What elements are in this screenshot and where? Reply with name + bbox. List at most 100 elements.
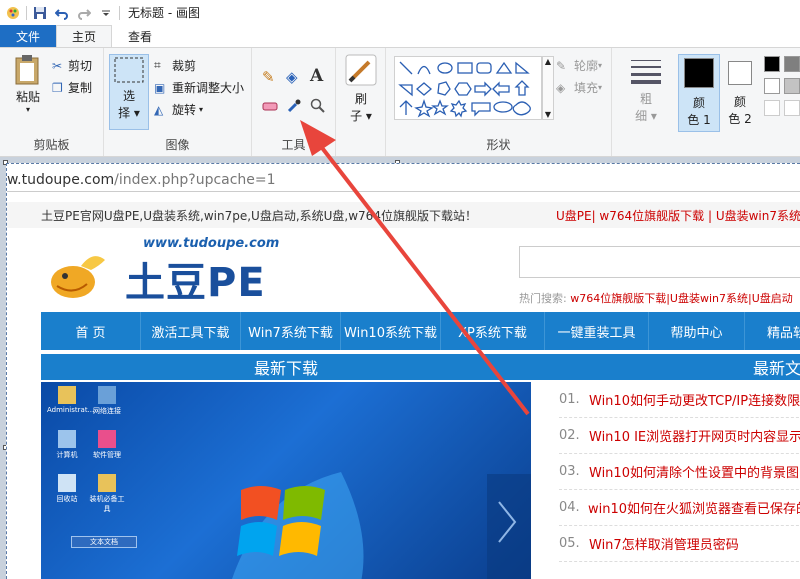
color1-label-1: 颜 xyxy=(692,96,705,110)
title-bar: 无标题 - 画图 xyxy=(0,0,800,25)
scroll-down-icon[interactable]: ▼ xyxy=(545,110,551,119)
pasted-url-bar: w.tudoupe.com/index.php?upcache=1 xyxy=(7,168,800,192)
image-group-label: 图像 xyxy=(165,138,190,152)
nav-item: XP系统下载 xyxy=(441,312,545,350)
crop-button[interactable]: ⌗ 裁剪 xyxy=(154,57,196,74)
line-width-icon xyxy=(631,60,661,84)
select-rectangle-icon xyxy=(114,57,144,83)
list-item: 02. Win10 IE浏览器打开网页时内容显示 xyxy=(559,418,800,454)
color1-button[interactable]: 颜 色 1 xyxy=(678,54,720,132)
fill-button[interactable]: ◈ 填充 ▾ xyxy=(556,79,602,96)
palette-swatch[interactable] xyxy=(764,78,780,94)
brush-label-2: 子 ▾ xyxy=(350,109,372,123)
color1-swatch xyxy=(684,58,714,88)
fill-label: 填充 xyxy=(574,81,599,95)
resize-button[interactable]: ▣ 重新调整大小 xyxy=(154,79,244,96)
canvas[interactable]: w.tudoupe.com/index.php?upcache=1 土豆PE官网… xyxy=(6,163,800,579)
nav-item: 首 页 xyxy=(41,312,141,350)
palette-swatch[interactable] xyxy=(784,100,800,116)
site-top-strip: 土豆PE官网U盘PE,U盘装系统,win7pe,U盘启动,系统U盘,w764位旗… xyxy=(7,202,800,228)
desktop-tooltip: 文本文档 xyxy=(71,536,137,548)
nav-item: Win10系统下载 xyxy=(341,312,441,350)
hot-search-links: w764位旗舰版下载|U盘装win7系统|U盘启动 xyxy=(570,292,793,305)
rotate-button[interactable]: ◭ 旋转 ▾ xyxy=(154,101,203,118)
pencil-icon[interactable]: ✎ xyxy=(262,68,275,86)
item-number: 05. xyxy=(559,536,580,551)
site-search-input xyxy=(519,246,800,278)
customize-quick-access-icon[interactable] xyxy=(97,4,115,22)
clipboard-group: 粘贴 ▾ ✂ 剪切 ❐ 复制 剪贴板 xyxy=(0,48,104,156)
palette-swatch[interactable] xyxy=(764,56,780,72)
latest-downloads-heading: 最新下载 xyxy=(41,354,531,380)
shapes-group: ▲ ▼ ✎ 轮廓 ▾ ◈ 填充 ▾ 形状 xyxy=(386,48,612,156)
scissors-icon: ✂ xyxy=(52,58,63,73)
color2-button[interactable]: 颜 色 2 xyxy=(722,54,758,132)
desktop-icon-label: 回收站 xyxy=(56,495,78,503)
paint-app-icon[interactable] xyxy=(4,4,22,22)
logo-url: www.tudoupe.com xyxy=(143,236,280,251)
desktop-icon: 软件管理 xyxy=(87,430,127,460)
tools-group-label: 工具 xyxy=(281,138,306,152)
outline-button[interactable]: ✎ 轮廓 ▾ xyxy=(556,57,602,74)
color2-label-2: 色 2 xyxy=(728,112,752,126)
text-tool-icon[interactable]: A xyxy=(310,66,323,86)
copy-button[interactable]: ❐ 复制 xyxy=(52,79,92,96)
canvas-area: w.tudoupe.com/index.php?upcache=1 土豆PE官网… xyxy=(0,157,800,579)
select-button[interactable]: 选 择 ▾ xyxy=(109,54,149,130)
divider xyxy=(119,5,120,20)
crop-label: 裁剪 xyxy=(172,59,197,73)
shapes-gallery-scroll[interactable]: ▲ ▼ xyxy=(542,56,554,120)
item-number: 01. xyxy=(559,392,580,407)
rotate-icon: ◭ xyxy=(154,102,164,117)
brushes-button[interactable]: 刷 子 ▾ xyxy=(342,54,380,130)
redo-icon[interactable] xyxy=(75,4,93,22)
site-nav: 首 页 激活工具下载 Win7系统下载 Win10系统下载 XP系统下载 一键重… xyxy=(41,312,800,350)
brushes-group: 刷 子 ▾ xyxy=(336,48,386,156)
list-item: 04. win10如何在火狐浏览器查看已保存的 xyxy=(559,490,800,526)
image-group: 选 择 ▾ ⌗ 裁剪 ▣ 重新调整大小 ◭ 旋转 ▾ 图像 xyxy=(104,48,252,156)
palette-swatch[interactable] xyxy=(764,100,780,116)
palette-swatch[interactable] xyxy=(784,56,800,72)
ribbon-tabs: 文件 主页 查看 xyxy=(0,25,800,47)
nav-item: 帮助中心 xyxy=(649,312,745,350)
item-title: Win10如何清除个性设置中的背景图 xyxy=(589,466,799,481)
tab-view[interactable]: 查看 xyxy=(112,25,168,47)
paste-button[interactable]: 粘贴 ▾ xyxy=(8,54,48,130)
select-label-2: 择 ▾ xyxy=(118,106,140,120)
paste-label: 粘贴 xyxy=(15,90,40,104)
eraser-icon[interactable] xyxy=(262,100,278,112)
item-title: Win10 IE浏览器打开网页时内容显示 xyxy=(589,430,800,445)
resize-label: 重新调整大小 xyxy=(172,81,245,95)
magnifier-icon[interactable] xyxy=(310,98,326,114)
latest-articles-heading: 最新文 xyxy=(531,354,800,380)
latest-articles-list: 01. Win10如何手动更改TCP/IP连接数限 02. Win10 IE浏览器打… xyxy=(559,382,800,562)
color-picker-icon[interactable] xyxy=(286,98,302,114)
tab-home[interactable]: 主页 xyxy=(56,25,112,47)
recycle-bin-icon xyxy=(58,474,76,492)
window-title: 无标题 - 画图 xyxy=(128,6,200,20)
desktop-icon-label: 装机必备工具 xyxy=(89,495,125,513)
shapes-gallery[interactable] xyxy=(394,56,542,120)
outline-label: 轮廓 xyxy=(574,59,599,73)
size-button[interactable]: 粗 细 ▾ xyxy=(626,56,666,132)
desktop-icon: 装机必备工具 xyxy=(87,474,127,514)
list-item: 01. Win10如何手动更改TCP/IP连接数限 xyxy=(559,382,800,418)
cut-button[interactable]: ✂ 剪切 xyxy=(52,57,92,74)
item-number: 03. xyxy=(559,464,580,479)
palette-swatch[interactable] xyxy=(784,78,800,94)
scroll-up-icon[interactable]: ▲ xyxy=(545,57,551,66)
tab-file[interactable]: 文件 xyxy=(0,25,56,47)
clipboard-group-label: 剪贴板 xyxy=(33,138,70,152)
color2-swatch xyxy=(728,61,752,85)
desktop-icon: 计算机 xyxy=(47,430,87,460)
win7-desktop-screenshot: Administrat... 网络连接 计算机 软件管理 回收站 装机必备工具 xyxy=(41,382,531,579)
chevron-down-icon: ▾ xyxy=(598,83,603,92)
undo-icon[interactable] xyxy=(53,4,71,22)
nav-item: 激活工具下载 xyxy=(141,312,241,350)
item-title: Win7怎样取消管理员密码 xyxy=(589,538,739,553)
desktop-icon-label: 网络连接 xyxy=(93,407,121,415)
save-icon[interactable] xyxy=(31,4,49,22)
chevron-down-icon: ▾ xyxy=(199,105,204,114)
fill-bucket-icon[interactable]: ◈ xyxy=(286,68,298,86)
color-palette xyxy=(762,56,800,126)
